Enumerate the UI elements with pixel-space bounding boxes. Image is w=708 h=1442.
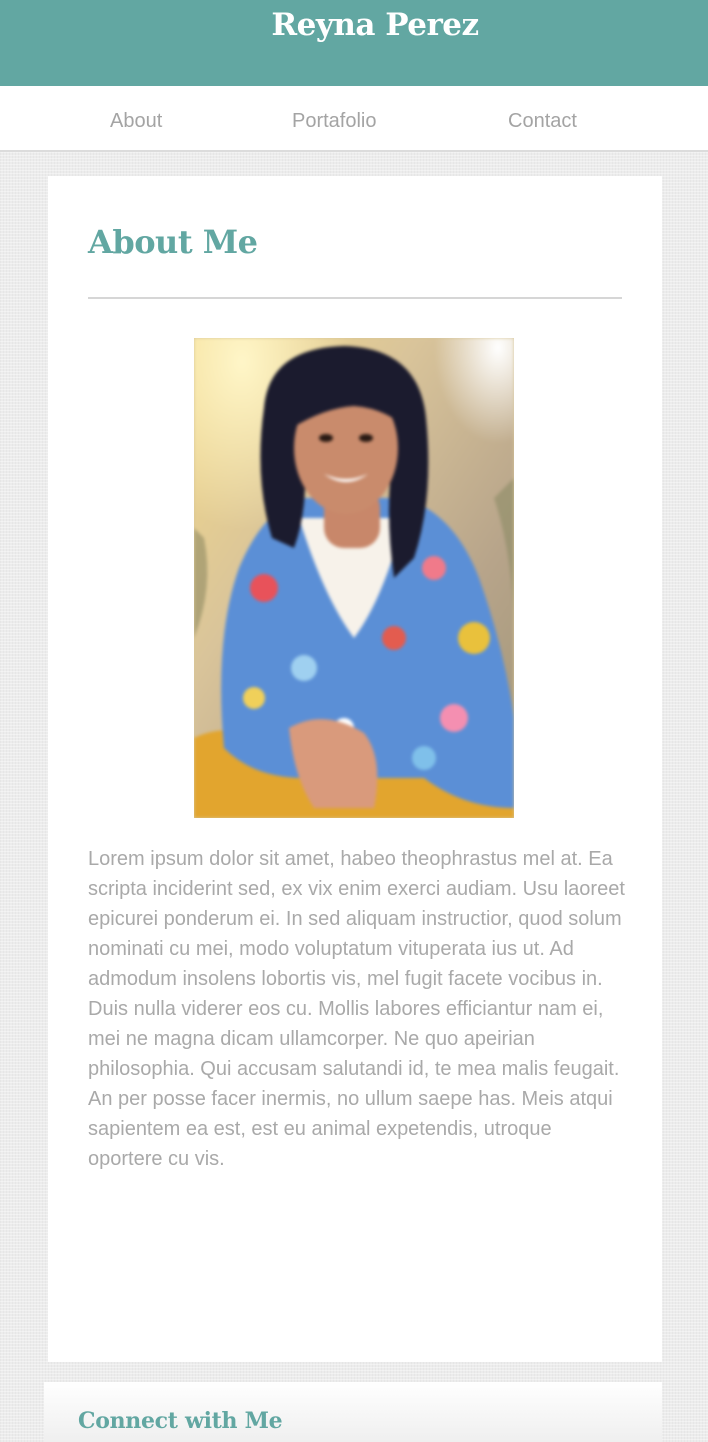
section-divider xyxy=(88,297,622,299)
site-title: Reyna Perez xyxy=(271,7,479,43)
about-heading: About Me xyxy=(88,223,258,261)
about-section: About Me Lorem ipsum dolor sit amet, hab… xyxy=(48,176,662,1362)
connect-heading: Connect with Me xyxy=(78,1408,283,1434)
nav-item-about[interactable]: About xyxy=(110,109,162,133)
main-nav: About Portafolio Contact xyxy=(0,86,708,152)
bio-text: Lorem ipsum dolor sit amet, habeo theoph… xyxy=(88,848,625,1170)
portrait-photo xyxy=(194,338,514,818)
connect-section: Connect with Me xyxy=(44,1382,662,1442)
nav-item-portafolio[interactable]: Portafolio xyxy=(292,109,377,133)
site-header: Reyna Perez xyxy=(0,0,708,86)
nav-item-contact[interactable]: Contact xyxy=(508,109,577,133)
